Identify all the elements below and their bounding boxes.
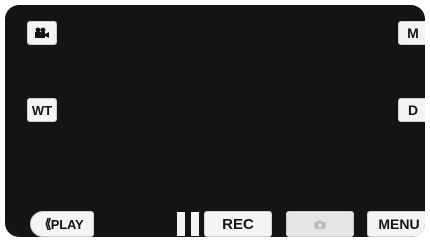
pause-bar-right bbox=[191, 212, 199, 236]
snapshot-button[interactable] bbox=[286, 211, 354, 237]
play-button[interactable]: ⟨⟨ PLAY bbox=[30, 211, 94, 237]
menu-button[interactable]: MENU bbox=[367, 211, 425, 237]
double-chevron-left-icon: ⟨⟨ bbox=[44, 216, 52, 231]
camera-icon bbox=[314, 220, 326, 228]
pause-icon[interactable] bbox=[177, 212, 199, 236]
video-mode-button[interactable] bbox=[27, 21, 57, 45]
pause-bar-left bbox=[177, 212, 185, 236]
zoom-wt-button[interactable]: WT bbox=[27, 98, 57, 122]
record-button[interactable]: REC bbox=[204, 211, 272, 237]
manual-mode-button[interactable]: M bbox=[398, 21, 425, 45]
video-camera-icon bbox=[35, 27, 49, 38]
display-button[interactable]: D bbox=[398, 98, 425, 122]
camera-viewfinder-screen: M WT D ⟨⟨ PLAY REC MENU bbox=[5, 5, 425, 237]
play-label: PLAY bbox=[50, 216, 84, 232]
